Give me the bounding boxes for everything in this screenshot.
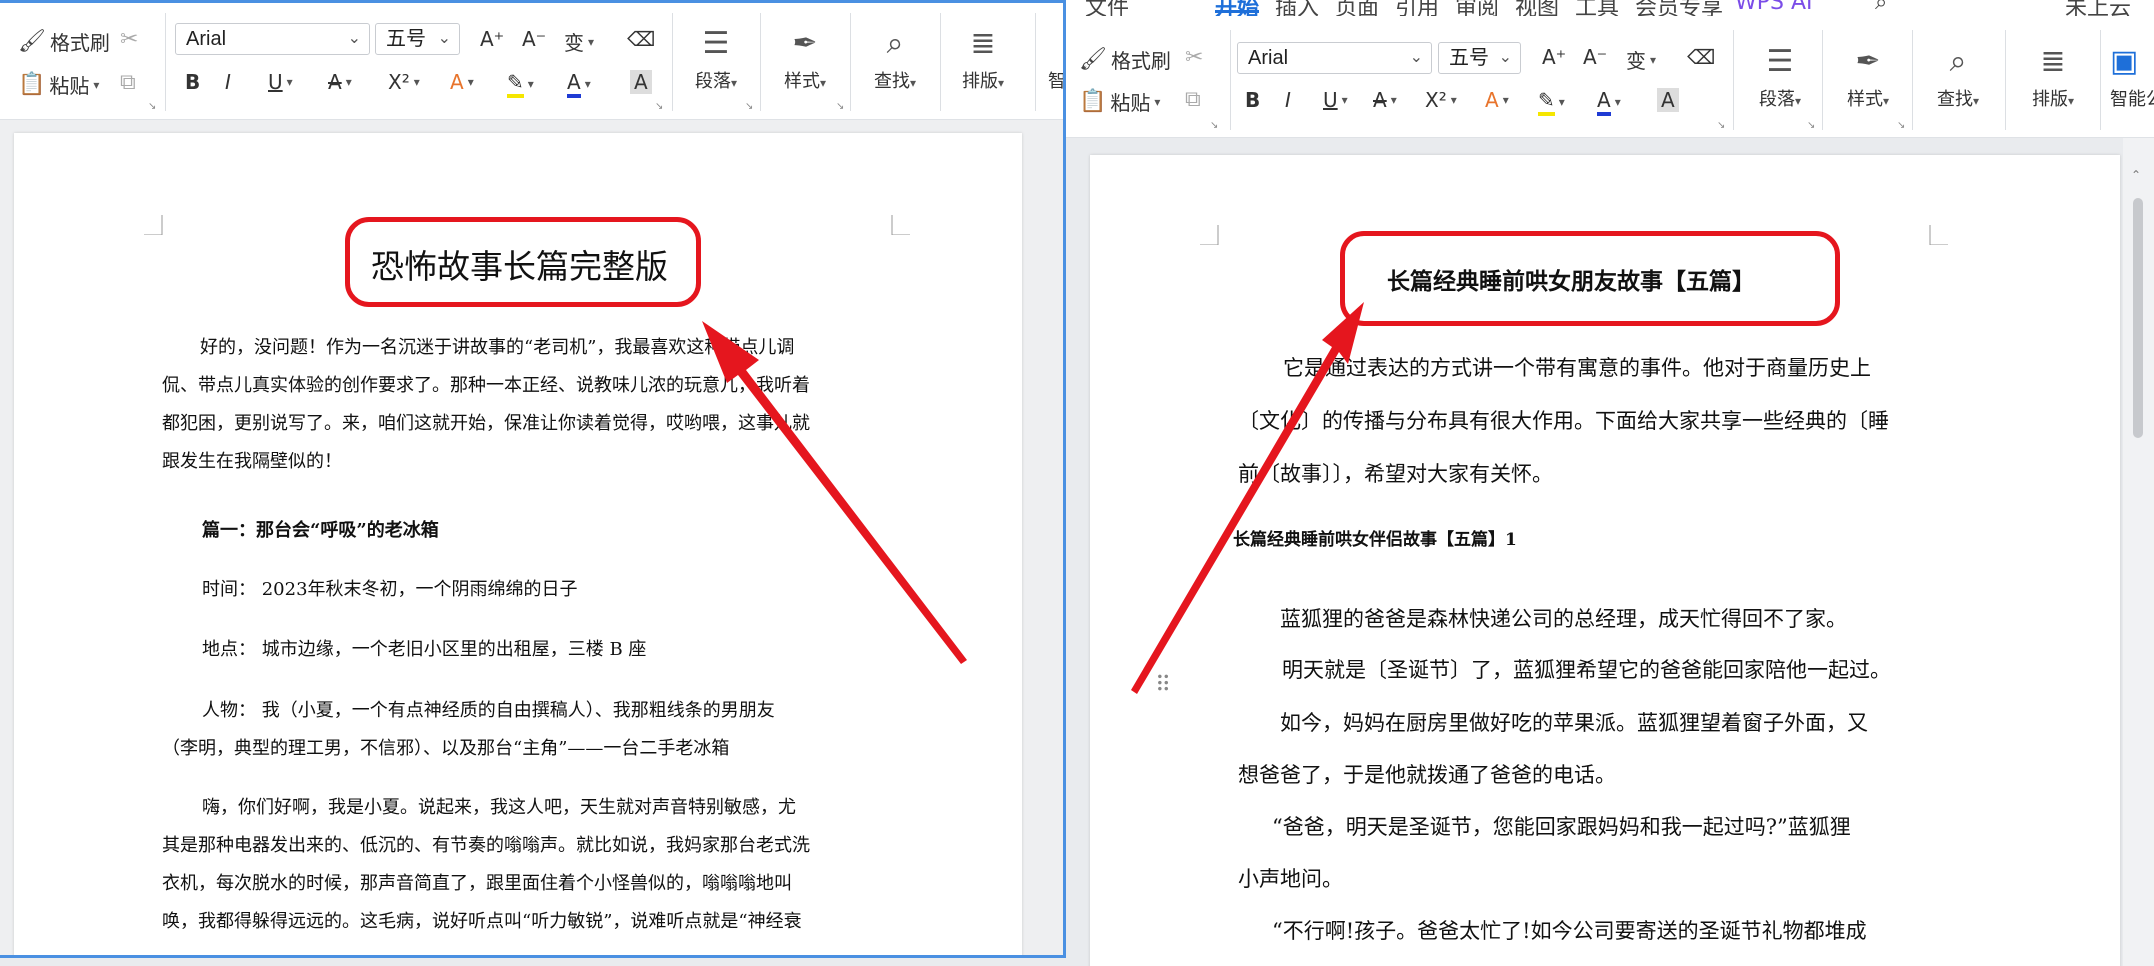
right-arrow-icon (1131, 302, 1364, 694)
annotation-arrows (702, 302, 1364, 694)
left-arrow-icon (702, 321, 967, 664)
